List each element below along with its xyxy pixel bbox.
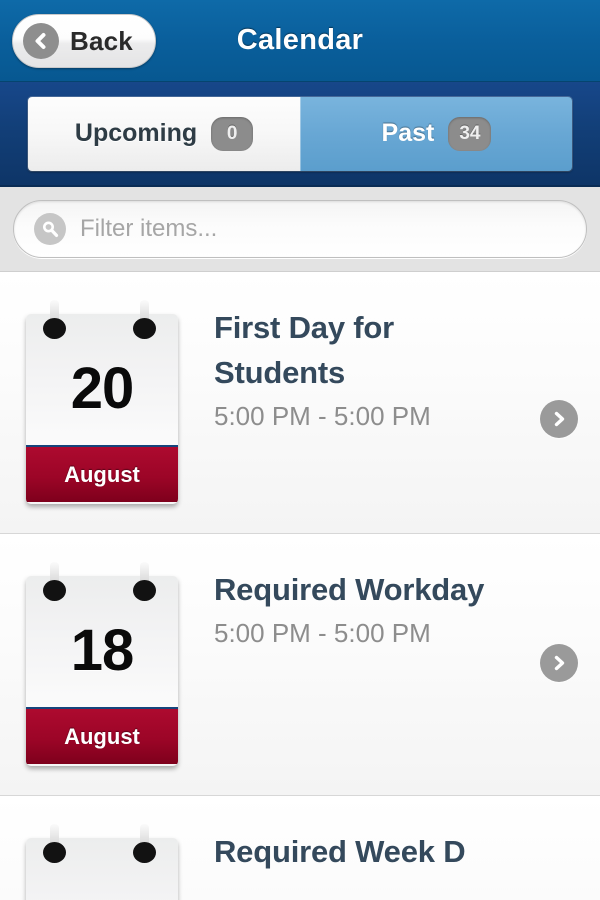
event-title: Required Week D bbox=[214, 834, 466, 869]
segmented-control: Upcoming 0 Past 34 bbox=[28, 96, 572, 171]
event-time: 5:00 PM - 5:00 PM bbox=[214, 617, 431, 648]
calendar-month-label: August bbox=[26, 447, 178, 502]
event-list: 20 August First Day for Students 5:00 PM… bbox=[0, 272, 600, 900]
search-icon bbox=[34, 213, 66, 245]
tab-bar: Upcoming 0 Past 34 bbox=[0, 82, 600, 187]
app-header: Back Calendar bbox=[0, 0, 600, 82]
list-item-body: Required Week D bbox=[178, 826, 600, 875]
calendar-date-icon: 18 August bbox=[26, 562, 178, 766]
event-time: 5:00 PM - 5:00 PM bbox=[214, 400, 431, 431]
back-button[interactable]: Back bbox=[12, 14, 156, 68]
list-item[interactable]: Required Week D bbox=[0, 796, 600, 900]
calendar-ring-post-left bbox=[43, 562, 66, 601]
calendar-ring-post-left bbox=[43, 300, 66, 339]
calendar-month-label: August bbox=[26, 709, 178, 764]
calendar-ring-post-right bbox=[133, 824, 156, 863]
filter-bar: Filter items... bbox=[0, 187, 600, 272]
list-item-body: First Day for Students 5:00 PM - 5:00 PM bbox=[178, 302, 600, 434]
filter-placeholder: Filter items... bbox=[80, 215, 218, 242]
calendar-day-number: 20 bbox=[70, 355, 135, 421]
calendar-ring-post-right bbox=[133, 300, 156, 339]
tab-past[interactable]: Past 34 bbox=[300, 96, 572, 171]
tab-upcoming-badge: 0 bbox=[211, 116, 254, 151]
calendar-date-icon: 20 August bbox=[26, 300, 178, 504]
chevron-right-icon[interactable] bbox=[540, 400, 578, 438]
chevron-right-icon[interactable] bbox=[540, 644, 578, 682]
chevron-left-icon bbox=[23, 23, 59, 59]
calendar-ring-post-left bbox=[43, 824, 66, 863]
back-button-label: Back bbox=[70, 26, 133, 56]
filter-input[interactable]: Filter items... bbox=[13, 200, 587, 258]
event-title: First Day for Students bbox=[214, 310, 394, 390]
list-item[interactable]: 18 August Required Workday 5:00 PM - 5:0… bbox=[0, 534, 600, 796]
list-item[interactable]: 20 August First Day for Students 5:00 PM… bbox=[0, 272, 600, 534]
calendar-day-number: 18 bbox=[70, 617, 135, 683]
calendar-ring-post-right bbox=[133, 562, 156, 601]
tab-upcoming[interactable]: Upcoming 0 bbox=[28, 96, 300, 171]
event-title: Required Workday bbox=[214, 572, 485, 607]
tab-past-label: Past bbox=[381, 119, 435, 147]
tab-past-badge: 34 bbox=[448, 116, 492, 151]
tab-upcoming-label: Upcoming bbox=[74, 119, 198, 147]
calendar-date-icon bbox=[26, 824, 178, 900]
list-item-body: Required Workday 5:00 PM - 5:00 PM bbox=[178, 564, 600, 651]
